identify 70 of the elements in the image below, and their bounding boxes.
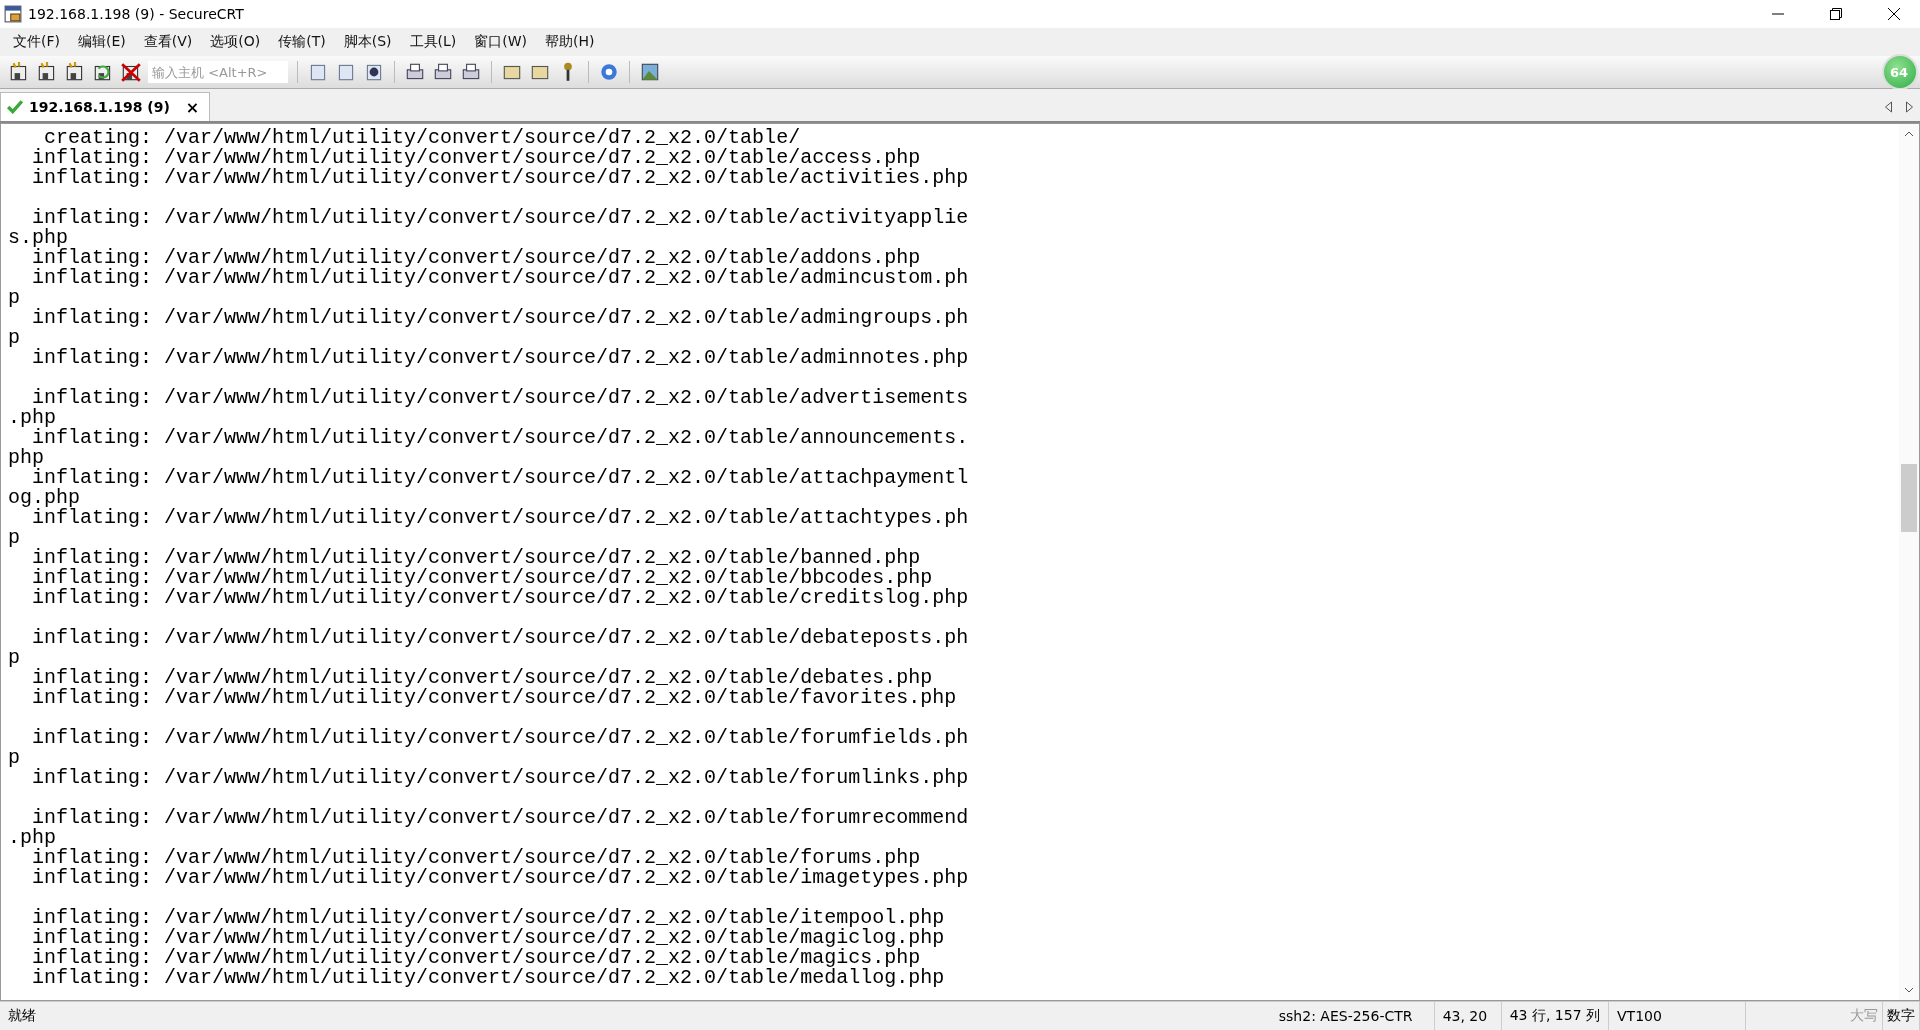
scroll-up-icon[interactable] <box>1904 131 1914 137</box>
cursor-position: 43, 20 <box>1434 1002 1502 1030</box>
terminal-line: inflating: /var/www/html/utility/convert/source/d7.2_x2.0/table/medallog.php <box>31 968 946 988</box>
menu-item[interactable]: 查看(V) <box>140 33 196 51</box>
terminal-line: inflating: /var/www/html/utility/convert/source/d7.2_x2.0/table/advertisements <box>32 388 970 408</box>
restore-icon[interactable] <box>1830 8 1842 20</box>
key-indicator: 数字 <box>1883 1002 1920 1030</box>
menu-item[interactable]: 编辑(E) <box>75 33 129 51</box>
terminal-type: VT100 <box>1609 1002 1746 1030</box>
scroll-left-icon[interactable] <box>1884 101 1893 113</box>
terminal-line: inflating: /var/www/html/utility/convert/source/d7.2_x2.0/table/activityapplie <box>32 208 970 228</box>
menu-item[interactable]: 工具(L) <box>406 33 460 51</box>
vertical-scrollbar[interactable] <box>1899 124 1919 1000</box>
menu-item[interactable]: 选项(O) <box>207 33 264 51</box>
terminal-line: creating: /var/www/html/utility/convert/source/d7.2_x2.0/table/ <box>44 128 801 148</box>
scrollbar-thumb[interactable] <box>1901 464 1917 532</box>
terminal-line: inflating: /var/www/html/utility/convert/source/d7.2_x2.0/table/debateposts.ph <box>31 628 970 648</box>
scroll-down-icon[interactable] <box>1904 987 1914 993</box>
terminal-line: inflating: /var/www/html/utility/convert/source/d7.2_x2.0/table/access.php <box>31 148 921 168</box>
tab-label: 192.168.1.198 (9) <box>29 99 170 115</box>
help-icon[interactable] <box>598 61 620 83</box>
terminal-line: inflating: /var/www/html/utility/convert/source/d7.2_x2.0/table/bbcodes.php <box>31 568 933 588</box>
menu-item[interactable]: 脚本(S) <box>340 33 395 51</box>
key-indicator: 大写 <box>1846 1002 1883 1030</box>
disconnect-icon[interactable] <box>120 61 142 83</box>
terminal-line: p <box>8 528 21 548</box>
terminal-line: inflating: /var/www/html/utility/convert/source/d7.2_x2.0/table/addons.php <box>32 248 921 268</box>
tab-close-button[interactable]: × <box>185 97 200 117</box>
terminal-line: inflating: /var/www/html/utility/convert/source/d7.2_x2.0/table/forums.php <box>32 848 921 868</box>
cipher-status: ssh2: AES-256-CTR <box>1257 1002 1435 1030</box>
terminal-line: inflating: /var/www/html/utility/convert/source/d7.2_x2.0/table/magics.php <box>31 948 921 968</box>
menu-item[interactable]: 窗口(W) <box>471 33 531 51</box>
status-text: 就绪 <box>7 1006 37 1025</box>
terminal-line: inflating: /var/www/html/utility/convert/source/d7.2_x2.0/table/activities.php <box>31 168 970 188</box>
terminal-line: p <box>8 288 21 308</box>
terminal-line: inflating: /var/www/html/utility/convert/source/d7.2_x2.0/table/attachpaymentl <box>32 468 970 488</box>
terminal-size: 43 行, 157 列 <box>1501 1002 1609 1030</box>
terminal-line: p <box>8 748 21 768</box>
app-icon <box>4 5 22 23</box>
map-icon[interactable] <box>639 61 661 83</box>
terminal-line: .php <box>8 408 56 428</box>
terminal-line: inflating: /var/www/html/utility/convert/source/d7.2_x2.0/table/banned.php <box>31 548 921 568</box>
scroll-right-icon[interactable] <box>1905 101 1914 113</box>
terminal-line: p <box>8 648 21 668</box>
session-tab[interactable]: 192.168.1.198 (9) × <box>0 92 211 121</box>
terminal-line: inflating: /var/www/html/utility/convert/source/d7.2_x2.0/table/forumlinks.php <box>31 768 970 788</box>
terminal-line: inflating: /var/www/html/utility/convert/source/d7.2_x2.0/table/debates.php <box>31 668 933 688</box>
terminal-line: inflating: /var/www/html/utility/convert/source/d7.2_x2.0/table/creditslog.php <box>31 588 970 608</box>
terminal-line: inflating: /var/www/html/utility/convert/source/d7.2_x2.0/table/imagetypes.php <box>31 868 970 888</box>
terminal-line: inflating: /var/www/html/utility/convert/source/d7.2_x2.0/table/forumfields.ph <box>31 728 970 748</box>
menu-item[interactable]: 帮助(H) <box>542 33 598 51</box>
terminal-line: inflating: /var/www/html/utility/convert/source/d7.2_x2.0/table/admincustom.ph <box>31 268 970 288</box>
terminal-line: inflating: /var/www/html/utility/convert/source/d7.2_x2.0/table/adminnotes.php <box>31 348 970 368</box>
close-icon[interactable] <box>1888 8 1900 20</box>
terminal-line: s.php <box>8 228 68 248</box>
terminal-line: inflating: /var/www/html/utility/convert/source/d7.2_x2.0/table/announcements. <box>32 428 970 448</box>
terminal-line: p <box>8 328 21 348</box>
terminal-line: inflating: /var/www/html/utility/convert/source/d7.2_x2.0/table/forumrecommend <box>32 808 970 828</box>
menu-item[interactable]: 文件(F) <box>10 33 63 51</box>
terminal-line: inflating: /var/www/html/utility/convert/source/d7.2_x2.0/table/favorites.php <box>31 688 958 708</box>
terminal-line: og.php <box>8 488 80 508</box>
terminal-line: inflating: /var/www/html/utility/convert/source/d7.2_x2.0/table/magiclog.php <box>31 928 946 948</box>
terminal-line: inflating: /var/www/html/utility/convert/source/d7.2_x2.0/table/itempool.php <box>31 908 946 928</box>
menu-item[interactable]: 传输(T) <box>275 33 329 51</box>
terminal-line: inflating: /var/www/html/utility/convert/source/d7.2_x2.0/table/admingroups.ph <box>31 308 970 328</box>
window-title: 192.168.1.198 (9) - SecureCRT <box>28 6 244 22</box>
terminal-line: .php <box>8 828 56 848</box>
terminal-line: php <box>8 448 44 468</box>
terminal-line: inflating: /var/www/html/utility/convert/source/d7.2_x2.0/table/attachtypes.ph <box>32 508 970 528</box>
host-input-field[interactable]: 输入主机 <Alt+R> <box>148 61 288 83</box>
